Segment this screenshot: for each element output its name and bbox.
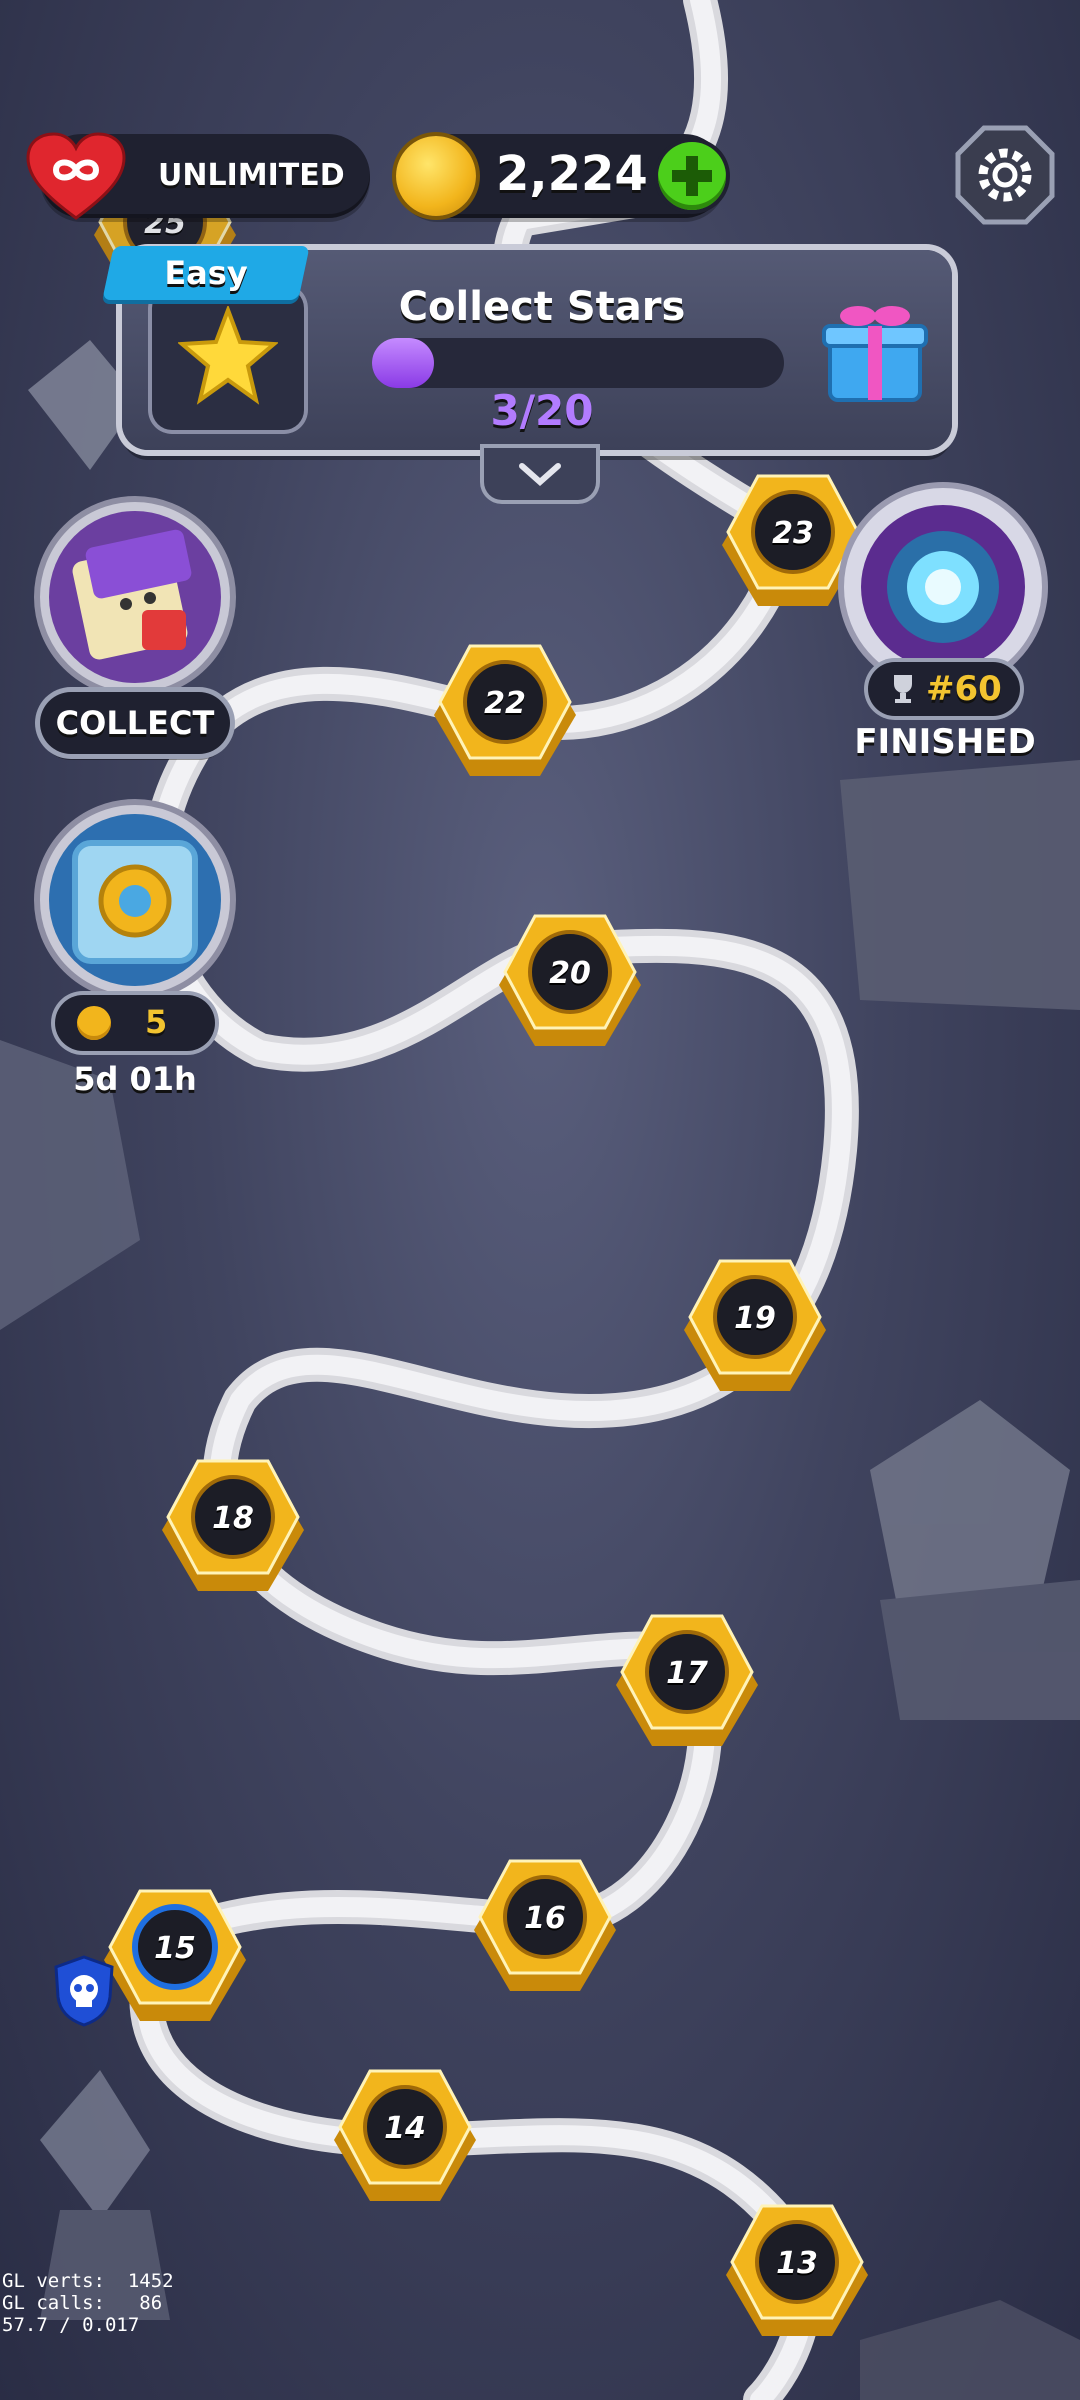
quest-star-frame [148, 284, 308, 434]
collect-pack-button[interactable] [30, 492, 240, 702]
quest-progress-bar [372, 338, 784, 388]
card-pack-icon [34, 496, 236, 698]
coin-icon [396, 136, 476, 216]
level-number: 19 [734, 1301, 776, 1336]
chevron-down-icon [519, 463, 561, 486]
chest-counter: 5 [55, 995, 215, 1051]
level-node-13[interactable]: 13 [722, 2200, 872, 2350]
heart-infinity-icon [26, 132, 126, 220]
safe-chest-icon [34, 799, 236, 1001]
level-number: 20 [549, 956, 591, 991]
portal-rank: #60 [926, 669, 1002, 709]
quest-expand-button[interactable] [484, 448, 596, 500]
chest-count: 5 [145, 1003, 168, 1041]
level-node-15[interactable]: 15 [100, 1885, 250, 2035]
quest-title: Collect Stars [398, 284, 686, 330]
level-node-14[interactable]: 14 [330, 2065, 480, 2215]
skull-shield-icon [54, 1955, 114, 2027]
collect-label: COLLECT [55, 704, 215, 742]
settings-button[interactable] [954, 124, 1056, 226]
level-number: 17 [666, 1656, 708, 1691]
level-node-17[interactable]: 17 [612, 1610, 762, 1760]
coin-count: 2,224 [496, 146, 648, 202]
quest-progress-text: 3/20 [490, 386, 594, 435]
level-node-18[interactable]: 18 [158, 1455, 308, 1605]
plus-icon-bar [672, 170, 712, 182]
collect-button[interactable]: COLLECT [40, 692, 230, 754]
level-node-19[interactable]: 19 [680, 1255, 830, 1405]
add-coins-button[interactable] [658, 142, 726, 210]
level-node-20[interactable]: 20 [495, 910, 645, 1060]
level-number: 13 [776, 2246, 818, 2281]
level-node-16[interactable]: 16 [470, 1855, 620, 2005]
debug-calls: GL calls: 86 [2, 2292, 163, 2314]
trophy-icon [894, 675, 912, 703]
level-number: 18 [212, 1501, 254, 1536]
portal-status: FINISHED [854, 722, 1036, 762]
gear-icon [955, 125, 1055, 225]
level-number: 22 [484, 686, 526, 721]
quest-progress-fill [372, 338, 434, 388]
difficulty-label: Easy [164, 254, 248, 292]
star-icon [178, 306, 278, 405]
chest-event-button[interactable] [30, 795, 240, 1005]
level-node-22[interactable]: 22 [430, 640, 580, 790]
portal-rank-badge: #60 [868, 662, 1020, 716]
chest-timer: 5d 01h [73, 1060, 197, 1098]
level-number: 16 [524, 1901, 566, 1936]
gift-icon [822, 306, 928, 402]
level-number: 15 [154, 1931, 196, 1966]
lives-label: UNLIMITED [158, 158, 345, 193]
difficulty-tab: Easy [102, 246, 310, 300]
level-number: 14 [384, 2111, 426, 2146]
gold-token-icon [77, 1006, 111, 1040]
debug-verts: GL verts: 1452 [2, 2270, 174, 2292]
debug-fps: 57.7 / 0.017 [2, 2314, 140, 2336]
